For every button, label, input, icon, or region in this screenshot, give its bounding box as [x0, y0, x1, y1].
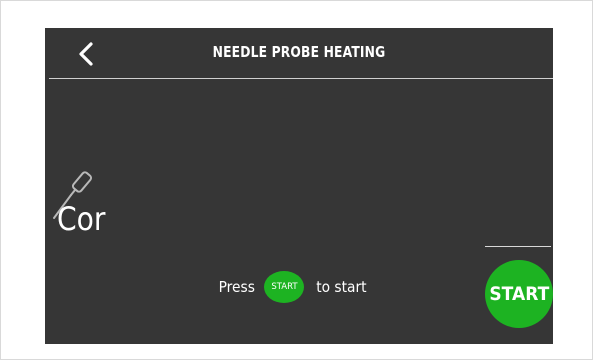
header-bar: NEEDLE PROBE HEATING: [45, 28, 553, 79]
hint-prefix: Press: [218, 278, 255, 296]
side-divider: [485, 246, 551, 247]
hint-suffix: to start: [316, 278, 368, 296]
device-frame: NEEDLE PROBE HEATING Cor Press START to …: [0, 0, 593, 360]
start-hint: Press START to start: [217, 271, 369, 303]
start-button-label: START: [489, 283, 549, 305]
probe-reading: Cor: [57, 200, 106, 238]
hint-start-badge: START: [264, 271, 305, 303]
page-title: NEEDLE PROBE HEATING: [212, 43, 386, 61]
header-divider: [49, 78, 553, 79]
controller-screen: NEEDLE PROBE HEATING Cor Press START to …: [45, 28, 553, 344]
start-button[interactable]: START: [485, 260, 553, 328]
